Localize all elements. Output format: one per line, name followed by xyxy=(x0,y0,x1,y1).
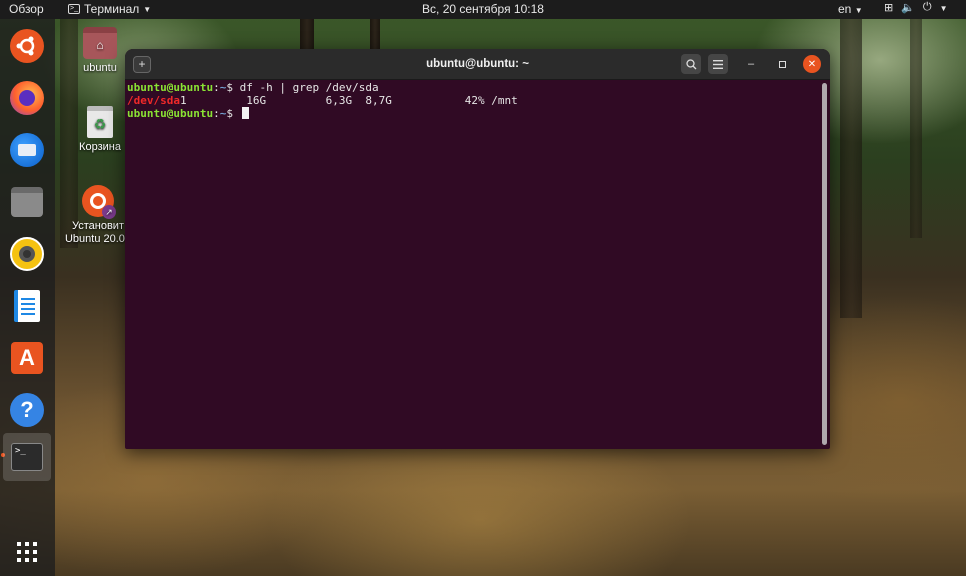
firefox-icon xyxy=(10,81,44,115)
terminal-window: + ubuntu@ubuntu: ~ – ✕ ubuntu@ubuntu:~$ … xyxy=(125,49,830,449)
terminal-line-3: ubuntu@ubuntu:~$ xyxy=(127,107,817,120)
network-icon: ⊞ xyxy=(884,2,894,14)
dock: A ? >_ xyxy=(0,19,55,576)
dock-libreoffice-writer[interactable] xyxy=(6,285,48,327)
minimize-button[interactable]: – xyxy=(742,55,760,73)
dock-firefox[interactable] xyxy=(6,77,48,119)
text-cursor xyxy=(241,107,249,119)
system-menu[interactable]: ⊞ 🔈 ⏻ ▼ xyxy=(884,1,948,17)
dock-help[interactable]: ? xyxy=(6,389,48,431)
top-bar: Обзор >_ Терминал ▼ Вс, 20 сентября 10:1… xyxy=(0,0,966,19)
dock-rhythmbox[interactable] xyxy=(6,233,48,275)
close-icon: ✕ xyxy=(807,58,817,70)
chevron-down-icon: ▼ xyxy=(143,4,152,14)
power-icon: ⏻ xyxy=(922,1,932,13)
desktop-installer-label-2: Ubuntu 20.04 xyxy=(64,233,132,245)
terminal-titlebar[interactable]: + ubuntu@ubuntu: ~ – ✕ xyxy=(125,49,830,80)
terminal-icon: >_ xyxy=(68,4,80,14)
folder-icon xyxy=(11,187,43,217)
show-applications-button[interactable] xyxy=(6,531,48,573)
prompt-user: ubuntu@ubuntu xyxy=(127,81,214,94)
terminal-output[interactable]: ubuntu@ubuntu:~$ df -h | grep /dev/sda/d… xyxy=(127,81,817,447)
ubuntu-logo-icon xyxy=(10,29,44,63)
command-text: df -h | grep /dev/sda xyxy=(239,81,379,94)
thunderbird-icon xyxy=(10,133,44,167)
prompt-dollar: $ xyxy=(226,81,240,94)
terminal-line-2: /dev/sda1 16G 6,3G 8,7G 42% /mnt xyxy=(127,94,817,107)
volume-icon: 🔈 xyxy=(901,2,915,14)
hamburger-icon xyxy=(713,59,723,69)
minimize-icon: – xyxy=(747,58,755,70)
language-selector[interactable]: en ▼ xyxy=(838,2,863,16)
output-rest: 1 16G 6,3G 8,7G 42% /mnt xyxy=(179,94,518,107)
app-menu-label: Терминал xyxy=(84,2,140,16)
maximize-button[interactable] xyxy=(773,55,791,73)
menu-button[interactable] xyxy=(708,54,728,74)
dock-ubuntu-installer[interactable] xyxy=(6,25,48,67)
language-label: en xyxy=(838,2,852,16)
trash-icon: ♻ xyxy=(87,106,113,138)
dock-files[interactable] xyxy=(6,181,48,223)
chevron-down-icon: ▼ xyxy=(939,4,948,13)
grid-icon xyxy=(17,542,37,562)
maximize-icon xyxy=(778,60,786,68)
dock-ubuntu-software[interactable]: A xyxy=(6,337,48,379)
ubuntu-installer-icon: ↗ xyxy=(82,185,116,219)
rhythmbox-icon xyxy=(10,237,44,271)
new-tab-button[interactable]: + xyxy=(133,56,151,73)
chevron-down-icon: ▼ xyxy=(854,6,863,15)
search-button[interactable] xyxy=(681,54,701,74)
help-icon: ? xyxy=(10,393,44,427)
prompt-dollar: $ xyxy=(226,107,240,120)
desktop-installer[interactable]: ↗ Установит Ubuntu 20.04 xyxy=(62,185,134,246)
desktop-installer-label-1: Установит xyxy=(71,220,124,232)
search-icon xyxy=(685,58,696,69)
app-menu[interactable]: >_ Терминал ▼ xyxy=(68,2,151,16)
close-button[interactable]: ✕ xyxy=(803,55,821,73)
dock-thunderbird[interactable] xyxy=(6,129,48,171)
terminal-icon: >_ xyxy=(11,443,43,471)
terminal-line-1: ubuntu@ubuntu:~$ df -h | grep /dev/sda xyxy=(127,81,817,94)
prompt-separator: : xyxy=(213,107,220,120)
output-device: /dev/sda xyxy=(127,94,180,107)
activities-button[interactable]: Обзор xyxy=(9,2,44,16)
clock[interactable]: Вс, 20 сентября 10:18 xyxy=(422,2,544,16)
home-folder-icon: ⌂ xyxy=(83,27,117,59)
dock-terminal[interactable]: >_ xyxy=(3,433,51,481)
terminal-scrollbar[interactable] xyxy=(822,83,827,445)
prompt-user: ubuntu@ubuntu xyxy=(127,107,214,120)
document-icon xyxy=(14,290,40,322)
prompt-separator: : xyxy=(213,81,220,94)
software-store-icon: A xyxy=(11,342,43,374)
